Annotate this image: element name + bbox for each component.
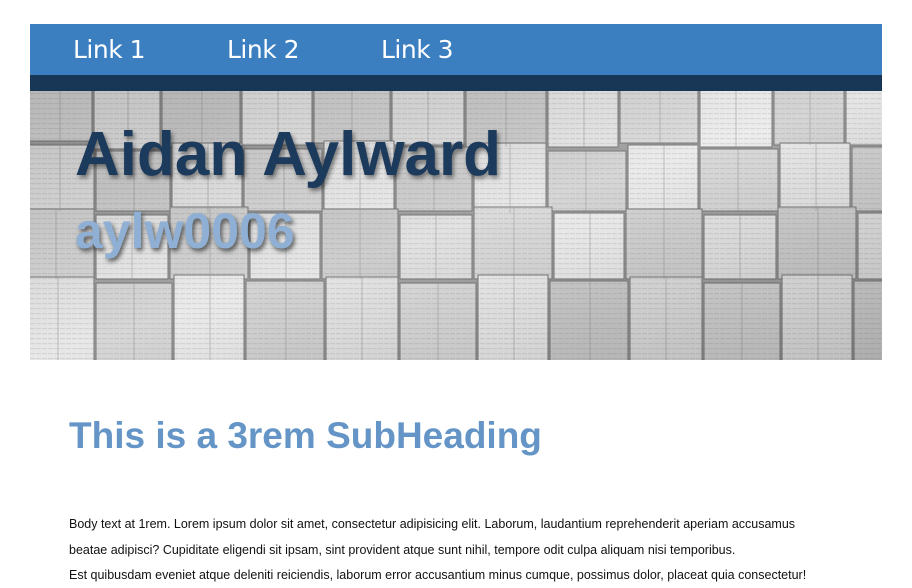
site-owner-name: Aidan Aylward: [75, 120, 502, 189]
body-text-line: Est quibusdam eveniet atque deleniti rei…: [69, 568, 807, 582]
student-id: aylw0006: [75, 203, 295, 259]
body-text-line: beatae adipisci? Cupiditate eligendi sit…: [69, 542, 736, 557]
navbar-stripe: [30, 75, 882, 91]
page-subheading: This is a 3rem SubHeading: [69, 415, 542, 456]
hero-banner: Aidan Aylward aylw0006: [30, 91, 882, 360]
nav-link-2[interactable]: Link 2: [227, 35, 300, 64]
navbar: Link 1 Link 2 Link 3: [30, 24, 882, 75]
body-text-line: Body text at 1rem. Lorem ipsum dolor sit…: [69, 517, 796, 531]
nav-link-3[interactable]: Link 3: [381, 35, 454, 64]
nav-link-1[interactable]: Link 1: [73, 35, 146, 64]
site-container: Link 1 Link 2 Link 3 Aidan Aylward aylw0…: [30, 24, 882, 360]
body-paragraph: Body text at 1rem. Lorem ipsum dolor sit…: [69, 512, 859, 588]
page: Link 1 Link 2 Link 3 Aidan Aylward aylw0…: [0, 0, 912, 588]
